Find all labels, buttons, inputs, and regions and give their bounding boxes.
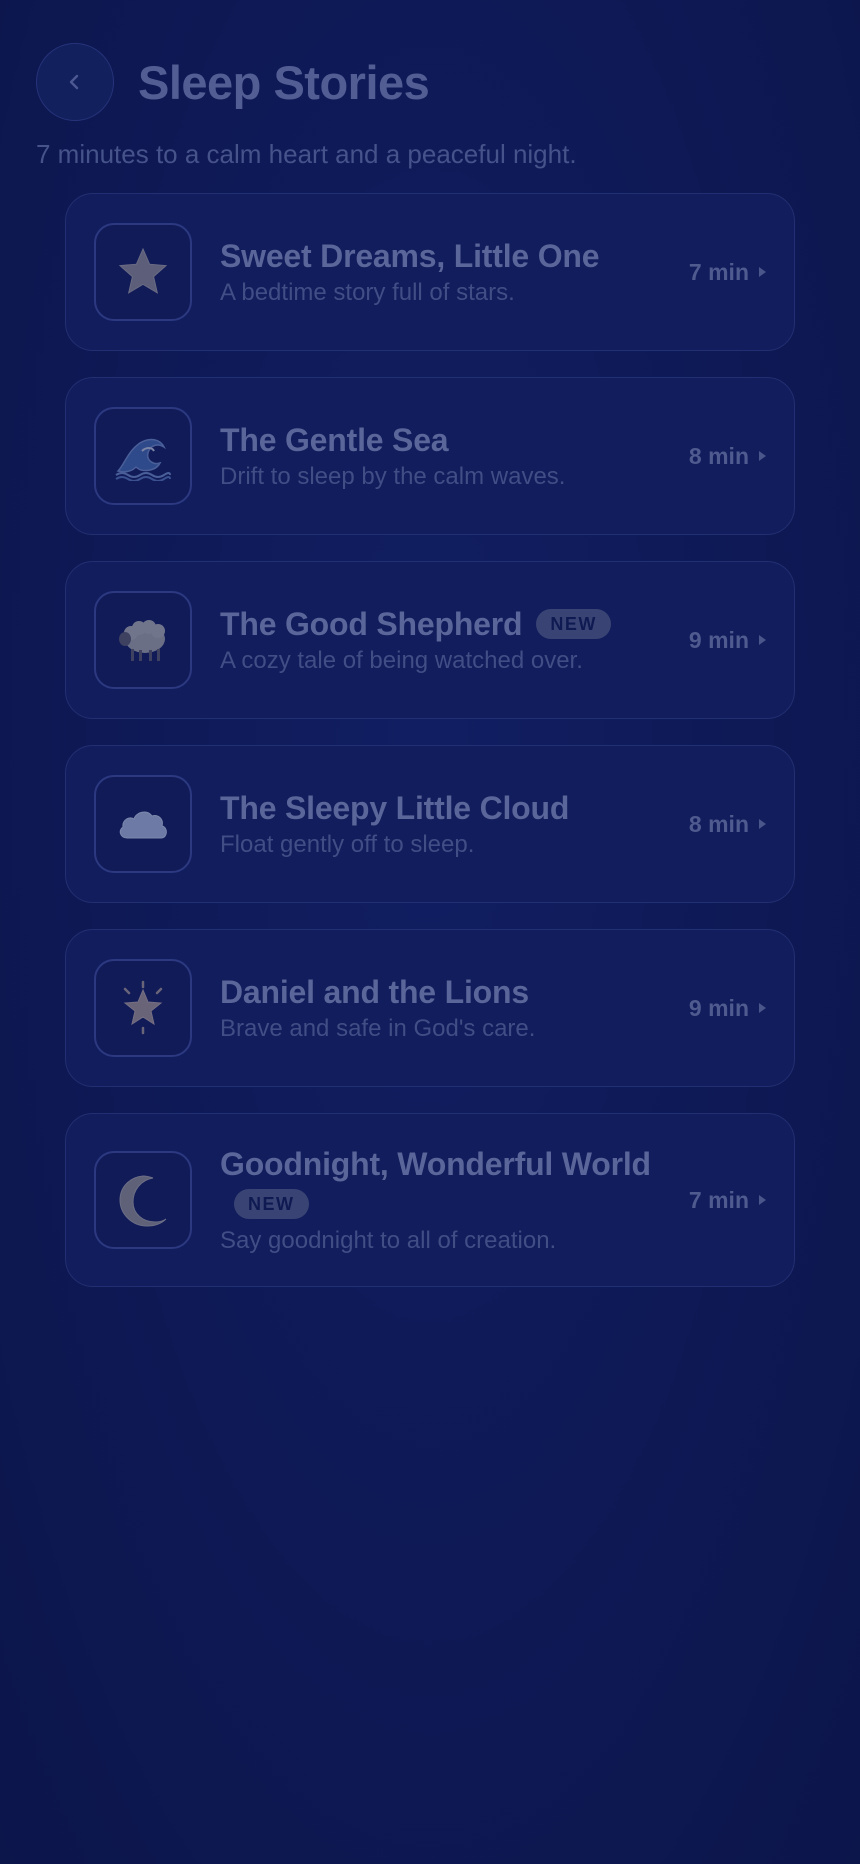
star-icon bbox=[118, 247, 168, 294]
story-title: Goodnight, Wonderful WorldNEW bbox=[220, 1144, 673, 1224]
story-card-gentle-sea[interactable]: The Gentle Sea Drift to sleep by the cal… bbox=[65, 377, 795, 535]
header: Sleep Stories bbox=[36, 42, 826, 122]
new-badge: NEW bbox=[536, 608, 611, 639]
sleep-stories-screen: Sleep Stories 7 minutes to a calm heart … bbox=[0, 0, 860, 1864]
story-card-good-shepherd[interactable]: The Good Shepherd NEW A cozy tale of bein… bbox=[65, 561, 795, 719]
back-button[interactable] bbox=[36, 43, 114, 121]
story-text: Sweet Dreams, Little One A bedtime story… bbox=[220, 236, 673, 308]
crescent-moon-icon bbox=[119, 1175, 167, 1227]
story-icon-box bbox=[94, 1151, 192, 1249]
story-title: The Sleepy Little Cloud bbox=[220, 790, 570, 826]
story-text: Goodnight, Wonderful WorldNEW Say goodni… bbox=[220, 1144, 673, 1256]
story-text: The Gentle Sea Drift to sleep by the cal… bbox=[220, 420, 673, 492]
play-icon bbox=[759, 1195, 766, 1205]
story-duration: 9 min bbox=[689, 627, 766, 654]
story-duration: 8 min bbox=[689, 443, 766, 470]
story-description: A bedtime story full of stars. bbox=[220, 279, 515, 306]
story-description: Drift to sleep by the calm waves. bbox=[220, 463, 566, 490]
play-icon bbox=[759, 451, 766, 461]
story-description: Brave and safe in God's care. bbox=[220, 1015, 536, 1042]
story-title: Daniel and the Lions bbox=[220, 974, 529, 1010]
story-icon-box bbox=[94, 407, 192, 505]
story-title: The Gentle Sea bbox=[220, 422, 449, 458]
story-duration: 9 min bbox=[689, 995, 766, 1022]
play-icon bbox=[759, 1003, 766, 1013]
story-duration: 7 min bbox=[689, 1187, 766, 1214]
story-card-sleepy-cloud[interactable]: The Sleepy Little Cloud Float gently off… bbox=[65, 745, 795, 903]
page-title: Sleep Stories bbox=[138, 55, 430, 109]
story-description: Say goodnight to all of creation. bbox=[220, 1227, 557, 1254]
story-icon-box bbox=[94, 591, 192, 689]
glowing-star-icon bbox=[123, 980, 163, 1035]
sheep-icon bbox=[119, 620, 165, 661]
play-icon bbox=[759, 267, 766, 277]
story-card-daniel-lions[interactable]: Daniel and the Lions Brave and safe in G… bbox=[65, 929, 795, 1087]
story-duration: 8 min bbox=[689, 811, 766, 838]
page-subtitle: 7 minutes to a calm heart and a peaceful… bbox=[36, 139, 577, 169]
story-title: The Good Shepherd NEW bbox=[220, 604, 673, 644]
play-icon bbox=[759, 635, 766, 645]
story-card-sweet-dreams[interactable]: Sweet Dreams, Little One A bedtime story… bbox=[65, 193, 795, 351]
story-description: A cozy tale of being watched over. bbox=[220, 647, 583, 674]
story-title: Sweet Dreams, Little One bbox=[220, 238, 600, 274]
story-description: Float gently off to sleep. bbox=[220, 831, 475, 858]
story-icon-box bbox=[94, 223, 192, 321]
wave-icon bbox=[115, 438, 171, 481]
new-badge: NEW bbox=[234, 1188, 309, 1219]
story-card-goodnight-world[interactable]: Goodnight, Wonderful WorldNEW Say goodni… bbox=[65, 1113, 795, 1287]
story-list: Sweet Dreams, Little One A bedtime story… bbox=[65, 193, 795, 1313]
story-icon-box bbox=[94, 959, 192, 1057]
story-icon-box bbox=[94, 775, 192, 873]
cloud-icon bbox=[119, 811, 167, 839]
story-text: The Sleepy Little Cloud Float gently off… bbox=[220, 788, 673, 860]
story-text: The Good Shepherd NEW A cozy tale of bein… bbox=[220, 604, 673, 676]
chevron-left-icon bbox=[69, 74, 79, 90]
play-icon bbox=[759, 819, 766, 829]
story-duration: 7 min bbox=[689, 259, 766, 286]
story-text: Daniel and the Lions Brave and safe in G… bbox=[220, 972, 673, 1044]
